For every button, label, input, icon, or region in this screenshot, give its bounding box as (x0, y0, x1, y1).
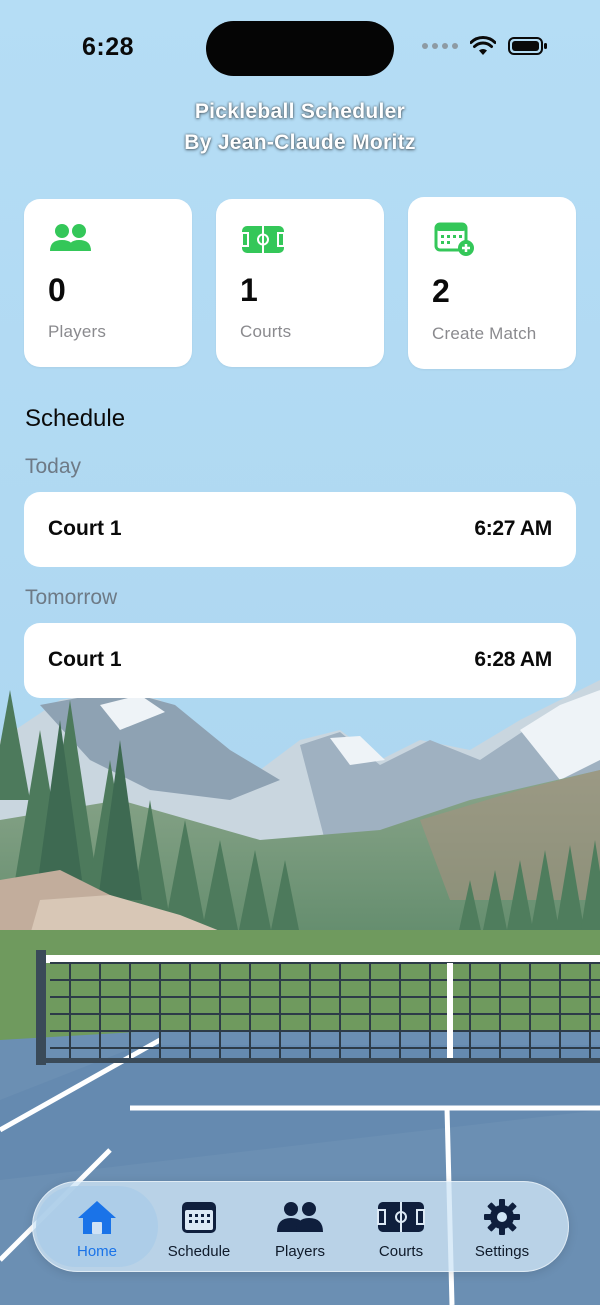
app-header: Pickleball Scheduler By Jean-Claude Mori… (0, 96, 600, 158)
tab-settings-label: Settings (474, 1243, 530, 1260)
status-time: 6:28 (82, 33, 135, 61)
app-title: Pickleball Scheduler (194, 100, 406, 123)
courts-count: 1 (240, 272, 258, 308)
create-match-count: 2 (432, 273, 450, 309)
courts-label: Courts (240, 322, 292, 341)
house-icon (78, 1201, 116, 1234)
court-icon (241, 226, 285, 253)
battery-icon (508, 37, 547, 55)
app-author: By Jean-Claude Moritz (184, 131, 416, 154)
match-court: Court 1 (48, 648, 122, 671)
match-row[interactable]: Court 1 6:28 AM (24, 623, 576, 698)
create-match-label: Create Match (432, 324, 537, 343)
players-icon (50, 224, 91, 251)
day-label-tomorrow: Tomorrow (25, 586, 118, 609)
players-count: 0 (48, 272, 66, 308)
court-icon (377, 1202, 425, 1232)
status-bar: 6:28 (0, 0, 600, 96)
calendar-add-icon (434, 222, 474, 256)
match-row[interactable]: Court 1 6:27 AM (24, 492, 576, 567)
tab-home-label: Home (76, 1243, 117, 1260)
day-label-today: Today (25, 455, 82, 478)
calendar-icon (182, 1202, 216, 1233)
dynamic-island (206, 21, 394, 76)
status-icons (422, 36, 548, 56)
match-time: 6:27 AM (474, 517, 552, 540)
players-card[interactable]: 0 Players (24, 199, 192, 367)
tab-settings[interactable]: Settings (441, 1186, 563, 1267)
schedule-heading: Schedule (25, 405, 126, 432)
tab-players-label: Players (274, 1243, 326, 1260)
courts-card[interactable]: 1 Courts (216, 199, 384, 367)
people-icon (277, 1202, 323, 1232)
match-time: 6:28 AM (474, 648, 552, 671)
create-match-card[interactable]: 2 Create Match (408, 197, 576, 369)
players-label: Players (48, 322, 107, 341)
tab-courts-label: Courts (378, 1243, 424, 1260)
tab-bar: Home Schedule Players Courts Settings (32, 1181, 569, 1272)
tab-schedule-label: Schedule (167, 1243, 231, 1260)
cellular-signal-icon (422, 43, 458, 49)
wifi-icon (470, 36, 496, 55)
match-court: Court 1 (48, 517, 122, 540)
gear-icon (484, 1199, 520, 1235)
